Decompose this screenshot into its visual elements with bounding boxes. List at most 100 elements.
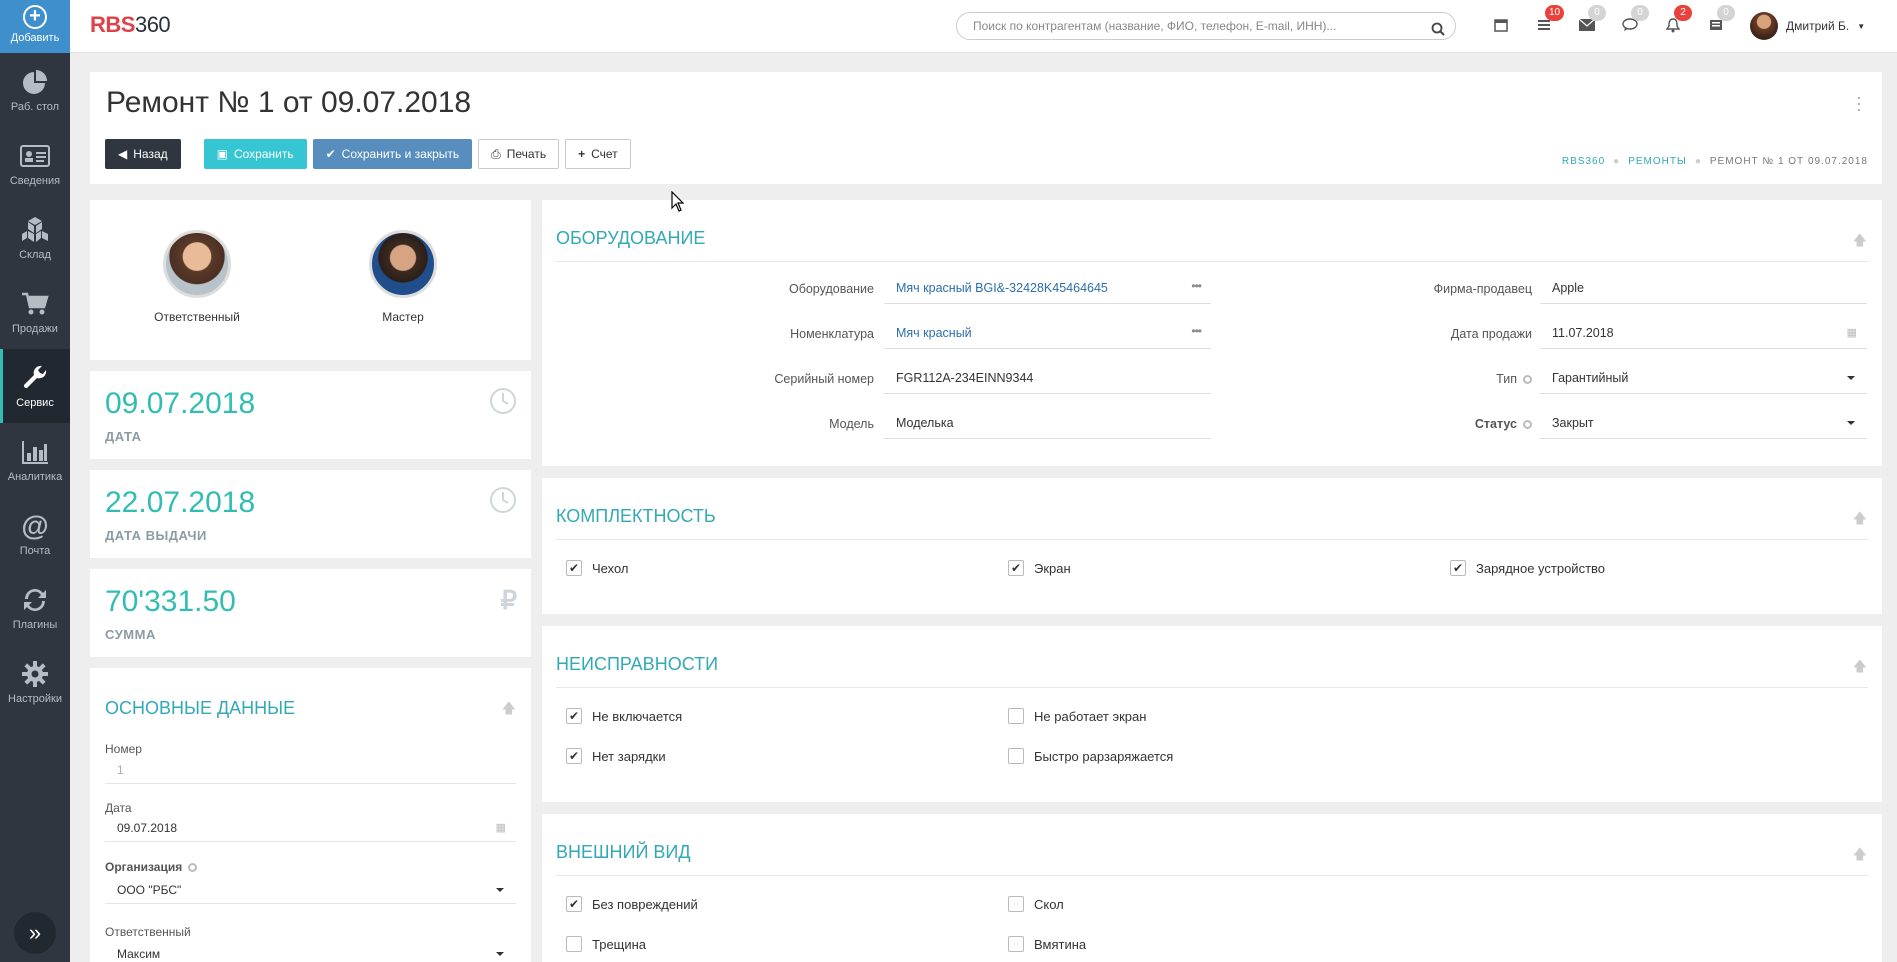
bell-icon[interactable]: 2 bbox=[1662, 5, 1692, 36]
checkbox-case[interactable]: ✔ Чехол bbox=[566, 560, 629, 576]
sale-date-field[interactable]: 11.07.2018 ▦ bbox=[1540, 321, 1867, 349]
checkbox[interactable]: ✔ bbox=[566, 896, 582, 912]
persons-card: Ответственный Мастер bbox=[90, 200, 531, 360]
checkbox-fast-discharge[interactable]: Быстро рарзаряжается bbox=[1008, 748, 1173, 764]
sidebar-item-settings[interactable]: Настройки bbox=[0, 645, 70, 719]
section-title: ВНЕШНИЙ ВИД bbox=[556, 842, 691, 862]
breadcrumb-home[interactable]: RBS360 bbox=[1562, 156, 1605, 167]
notifications-badge: 2 bbox=[1674, 5, 1692, 21]
responsible-person[interactable]: Ответственный bbox=[132, 230, 262, 324]
issue-date-stat: 22.07.2018 ДАТА ВЫДАЧИ bbox=[90, 470, 531, 558]
add-button[interactable]: + Добавить bbox=[0, 0, 70, 53]
mail-badge: 0 bbox=[1588, 5, 1606, 21]
checkbox[interactable] bbox=[566, 936, 582, 952]
settings-icon[interactable] bbox=[188, 863, 198, 873]
organization-select[interactable]: ООО "РБС" bbox=[105, 878, 516, 904]
checkbox[interactable]: ✔ bbox=[566, 708, 582, 724]
caret-down-icon: ▼ bbox=[1857, 21, 1866, 31]
tasks-badge: 10 bbox=[1545, 5, 1565, 21]
cubes-icon bbox=[0, 215, 70, 245]
checkbox[interactable] bbox=[1008, 896, 1024, 912]
ellipsis-icon[interactable]: ••• bbox=[1191, 279, 1202, 293]
checkbox-no-charging[interactable]: ✔ Нет зарядки bbox=[566, 748, 666, 764]
clock-icon bbox=[489, 387, 517, 418]
calendar-icon[interactable] bbox=[1490, 14, 1512, 36]
envelope-icon[interactable]: 0 bbox=[1576, 5, 1606, 36]
checkbox-crack[interactable]: Трещина bbox=[566, 936, 646, 952]
nomenclature-field[interactable]: Мяч красный ••• bbox=[884, 321, 1211, 349]
section-title: НЕИСПРАВНОСТИ bbox=[556, 654, 719, 674]
expand-sidebar-button[interactable]: » bbox=[14, 912, 56, 954]
print-button[interactable]: ⎙ Печать bbox=[478, 139, 560, 169]
collapse-icon[interactable]: 🡅 bbox=[1853, 656, 1867, 680]
responsible-select[interactable]: Максим bbox=[105, 942, 516, 962]
checkbox[interactable]: ✔ bbox=[566, 748, 582, 764]
sidebar-item-mail[interactable]: @ Почта bbox=[0, 497, 70, 571]
avatar bbox=[163, 230, 231, 298]
settings-icon[interactable] bbox=[1523, 420, 1532, 430]
serial-number-field[interactable]: FGR112A-234EINN9344 bbox=[884, 366, 1211, 394]
collapse-icon[interactable]: 🡅 bbox=[1853, 230, 1867, 254]
checkbox-chip[interactable]: Скол bbox=[1008, 896, 1064, 912]
status-select[interactable]: Закрыт bbox=[1540, 411, 1867, 439]
equipment-card: ОБОРУДОВАНИЕ 🡅 Оборудование Мяч красный … bbox=[542, 200, 1882, 466]
seller-field[interactable]: Apple bbox=[1540, 276, 1867, 304]
section-title: ОСНОВНЫЕ ДАННЫЕ bbox=[105, 698, 296, 718]
checkbox[interactable] bbox=[1008, 708, 1024, 724]
sidebar-item-warehouse[interactable]: Склад bbox=[0, 201, 70, 275]
checkbox-screen[interactable]: ✔ Экран bbox=[1008, 560, 1071, 576]
chat-badge: 0 bbox=[1631, 5, 1649, 21]
search-input[interactable]: Поиск по контрагентам (название, ФИО, те… bbox=[956, 12, 1456, 40]
checkbox-screen-broken[interactable]: Не работает экран bbox=[1008, 708, 1146, 724]
chat-icon[interactable]: 0 bbox=[1619, 5, 1649, 36]
double-chevron-right-icon: » bbox=[28, 920, 42, 945]
checkbox-no-power[interactable]: ✔ Не включается bbox=[566, 708, 682, 724]
type-select[interactable]: Гарантийный bbox=[1540, 366, 1867, 394]
save-button[interactable]: ▣ Сохранить bbox=[203, 139, 307, 169]
collapse-icon[interactable]: 🡅 bbox=[502, 698, 516, 722]
caret-down-icon bbox=[496, 952, 504, 956]
logo[interactable]: RBS360 bbox=[90, 12, 171, 38]
sidebar-item-service[interactable]: Сервис bbox=[0, 349, 70, 423]
back-button[interactable]: ◀ Назад bbox=[105, 139, 181, 169]
sidebar-item-info[interactable]: Сведения bbox=[0, 127, 70, 201]
checkbox[interactable]: ✔ bbox=[1450, 560, 1466, 576]
calendar-icon[interactable]: ▦ bbox=[1847, 326, 1857, 339]
collapse-icon[interactable]: 🡅 bbox=[1853, 508, 1867, 532]
search-icon[interactable] bbox=[1431, 19, 1445, 45]
calendar-icon[interactable]: ▦ bbox=[496, 821, 506, 834]
checkbox[interactable] bbox=[1008, 748, 1024, 764]
master-person[interactable]: Мастер bbox=[338, 230, 468, 324]
date-field[interactable]: 09.07.2018 ▦ bbox=[105, 816, 516, 842]
more-options-icon[interactable]: · · · bbox=[1856, 88, 1862, 118]
settings-icon[interactable] bbox=[1523, 375, 1532, 385]
user-menu[interactable]: Дмитрий Б. ▼ bbox=[1750, 12, 1865, 40]
checkbox-no-damage[interactable]: ✔ Без повреждений bbox=[566, 896, 698, 912]
sidebar-item-sales[interactable]: Продажи bbox=[0, 275, 70, 349]
plus-icon: + bbox=[23, 5, 47, 29]
checkbox-charger[interactable]: ✔ Зарядное устройство bbox=[1450, 560, 1605, 576]
documents-icon[interactable]: 0 bbox=[1705, 5, 1735, 36]
clock-icon bbox=[489, 486, 517, 517]
checkbox[interactable]: ✔ bbox=[1008, 560, 1024, 576]
tasks-icon[interactable]: 10 bbox=[1533, 5, 1565, 36]
printer-icon: ⎙ bbox=[491, 146, 501, 161]
save-close-button[interactable]: ✔ Сохранить и закрыть bbox=[312, 139, 473, 169]
avatar bbox=[1750, 12, 1778, 40]
sidebar-item-plugins[interactable]: Плагины bbox=[0, 571, 70, 645]
checkbox[interactable] bbox=[1008, 936, 1024, 952]
sidebar-item-analytics[interactable]: Аналитика bbox=[0, 423, 70, 497]
ellipsis-icon[interactable]: ••• bbox=[1191, 324, 1202, 338]
checkbox[interactable]: ✔ bbox=[566, 560, 582, 576]
bar-chart-icon bbox=[0, 437, 70, 467]
checkbox-dent[interactable]: Вмятина bbox=[1008, 936, 1086, 952]
breadcrumb-repairs[interactable]: РЕМОНТЫ bbox=[1628, 156, 1687, 167]
model-field[interactable]: Моделька bbox=[884, 411, 1211, 439]
number-field[interactable]: 1 bbox=[105, 758, 516, 784]
invoice-button[interactable]: + Счет bbox=[565, 139, 631, 169]
sidebar: + Добавить Раб. стол Сведения Склад Прод… bbox=[0, 0, 70, 962]
arrow-left-circle-icon: ◀ bbox=[118, 147, 128, 161]
sidebar-item-dashboard[interactable]: Раб. стол bbox=[0, 53, 70, 127]
equipment-field[interactable]: Мяч красный BGI&-32428K45464645 ••• bbox=[884, 276, 1211, 304]
collapse-icon[interactable]: 🡅 bbox=[1853, 844, 1867, 868]
